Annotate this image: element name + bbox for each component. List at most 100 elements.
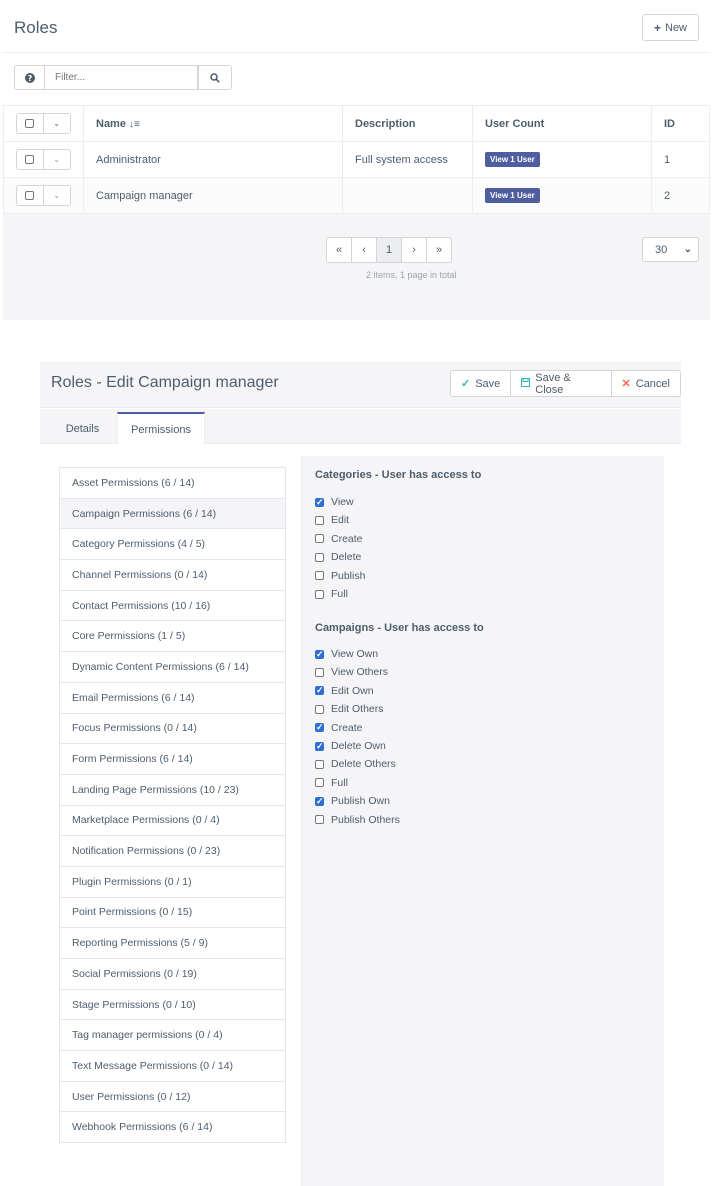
permission-group-item[interactable]: Asset Permissions (6 / 14): [59, 467, 286, 499]
filter-input[interactable]: [45, 65, 198, 90]
permission-group-item[interactable]: Email Permissions (6 / 14): [59, 681, 286, 714]
first-page-button[interactable]: «: [326, 237, 352, 263]
filter-row: ?: [3, 53, 710, 105]
permission-option-label: Edit: [331, 514, 350, 527]
permission-group-item[interactable]: Category Permissions (4 / 5): [59, 528, 286, 561]
permission-group-item[interactable]: User Permissions (0 / 12): [59, 1080, 286, 1113]
save-button[interactable]: ✓ Save: [450, 370, 512, 397]
row-select[interactable]: ⌄: [16, 185, 71, 206]
permission-checkbox[interactable]: [315, 648, 324, 660]
permission-checkbox[interactable]: [315, 778, 324, 788]
permission-checkbox[interactable]: [315, 589, 324, 599]
permission-option[interactable]: Create: [315, 721, 363, 734]
role-id: 2: [651, 177, 710, 214]
permission-checkbox[interactable]: [315, 552, 324, 562]
permission-group-item[interactable]: Landing Page Permissions (10 / 23): [59, 773, 286, 806]
permission-checkbox[interactable]: [315, 684, 324, 696]
permission-group-item[interactable]: Point Permissions (0 / 15): [59, 896, 286, 929]
permission-checkbox[interactable]: [315, 795, 324, 807]
permission-option[interactable]: Full: [315, 588, 348, 600]
search-button[interactable]: [198, 65, 232, 90]
next-page-button[interactable]: ›: [401, 237, 427, 263]
permission-group-item[interactable]: Focus Permissions (0 / 14): [59, 712, 286, 745]
view-users-badge[interactable]: View 1 User: [485, 188, 540, 203]
search-icon: [210, 72, 220, 83]
row-checkbox[interactable]: [25, 191, 35, 200]
permission-group-item[interactable]: Plugin Permissions (0 / 1): [59, 865, 286, 898]
permission-option[interactable]: Full: [315, 777, 348, 789]
permission-group-item[interactable]: Channel Permissions (0 / 14): [59, 559, 286, 591]
permission-checkbox[interactable]: [315, 704, 324, 714]
permission-checkbox[interactable]: [315, 759, 324, 769]
permission-group-item[interactable]: Reporting Permissions (5 / 9): [59, 927, 286, 959]
close-icon: ✕: [621, 378, 631, 390]
save-close-button[interactable]: Save & Close: [510, 370, 612, 397]
help-button[interactable]: ?: [14, 65, 45, 90]
page-title: Roles: [14, 18, 58, 37]
cancel-button[interactable]: ✕ Cancel: [610, 370, 681, 397]
permission-option[interactable]: Edit Others: [315, 703, 384, 715]
permission-option[interactable]: Create: [315, 533, 363, 545]
new-button[interactable]: + New: [642, 14, 699, 41]
permission-option-label: Edit Own: [331, 684, 374, 697]
permission-option[interactable]: Publish Own: [315, 795, 390, 807]
permission-checkbox[interactable]: [315, 496, 324, 508]
permission-checkbox[interactable]: [315, 667, 324, 677]
permission-group-item[interactable]: Webhook Permissions (6 / 14): [59, 1111, 286, 1144]
last-page-button[interactable]: »: [426, 237, 452, 263]
permission-checkbox[interactable]: [315, 721, 324, 733]
permission-checkbox[interactable]: [315, 815, 324, 825]
chevron-down-icon[interactable]: ⌄: [44, 150, 70, 169]
tab-details[interactable]: Details: [54, 412, 111, 445]
permission-option[interactable]: Delete Others: [315, 758, 396, 770]
permission-option[interactable]: Edit: [315, 514, 349, 526]
permission-group-item[interactable]: Contact Permissions (10 / 16): [59, 589, 286, 622]
permission-option[interactable]: View Others: [315, 666, 388, 678]
chevron-down-icon[interactable]: ⌄: [44, 114, 70, 133]
chevron-down-icon[interactable]: ⌄: [44, 186, 70, 205]
permission-checkbox[interactable]: [315, 534, 324, 544]
column-description[interactable]: Description: [342, 105, 473, 142]
bulk-select[interactable]: ⌄: [16, 113, 71, 134]
permission-group-item[interactable]: Notification Permissions (0 / 23): [59, 835, 286, 867]
permission-group-item[interactable]: Form Permissions (6 / 14): [59, 743, 286, 775]
current-page-button[interactable]: 1: [376, 237, 402, 263]
permission-group-item[interactable]: Dynamic Content Permissions (6 / 14): [59, 651, 286, 683]
permission-option[interactable]: Publish Others: [315, 814, 400, 826]
cancel-label: Cancel: [635, 377, 670, 390]
table-row: ⌄ Administrator Full system access View …: [3, 141, 710, 178]
permission-checkbox[interactable]: [315, 571, 324, 581]
permission-checkbox[interactable]: [315, 740, 324, 752]
permission-option[interactable]: Delete Own: [315, 740, 386, 752]
column-user-count[interactable]: User Count: [472, 105, 652, 142]
per-page-select[interactable]: 30 ⌄: [642, 237, 699, 262]
row-select-cell: ⌄: [3, 177, 84, 214]
permission-group-item[interactable]: Text Message Permissions (0 / 14): [59, 1050, 286, 1082]
select-all-checkbox[interactable]: [25, 119, 35, 128]
sort-icon: ↓≡: [129, 118, 140, 130]
tab-permissions[interactable]: Permissions: [117, 412, 205, 445]
view-users-badge[interactable]: View 1 User: [485, 152, 540, 167]
permission-group-item[interactable]: Core Permissions (1 / 5): [59, 620, 286, 653]
permission-group-item[interactable]: Marketplace Permissions (0 / 4): [59, 804, 286, 837]
permission-option-label: Publish Own: [331, 795, 390, 808]
permission-group-item[interactable]: Social Permissions (0 / 19): [59, 958, 286, 990]
column-id[interactable]: ID: [651, 105, 710, 142]
permission-option[interactable]: Delete: [315, 551, 361, 563]
role-name-link[interactable]: Campaign manager: [83, 177, 343, 214]
permission-group-item[interactable]: Tag manager permissions (0 / 4): [59, 1019, 286, 1052]
permission-checkbox[interactable]: [315, 515, 324, 525]
permission-option[interactable]: Edit Own: [315, 684, 374, 697]
permission-option-label: View: [331, 496, 354, 508]
row-checkbox[interactable]: [25, 155, 35, 164]
permission-option[interactable]: Publish: [315, 570, 365, 582]
permission-group-item[interactable]: Stage Permissions (0 / 10): [59, 988, 286, 1021]
permission-option[interactable]: View Own: [315, 648, 378, 660]
permission-group-item[interactable]: Campaign Permissions (6 / 14): [59, 497, 286, 530]
prev-page-button[interactable]: ‹: [351, 237, 377, 263]
permission-option[interactable]: View: [315, 496, 354, 508]
new-button-label: New: [665, 21, 688, 34]
row-select[interactable]: ⌄: [16, 149, 71, 170]
role-name-link[interactable]: Administrator: [83, 141, 343, 178]
column-name[interactable]: Name ↓≡: [83, 105, 343, 142]
